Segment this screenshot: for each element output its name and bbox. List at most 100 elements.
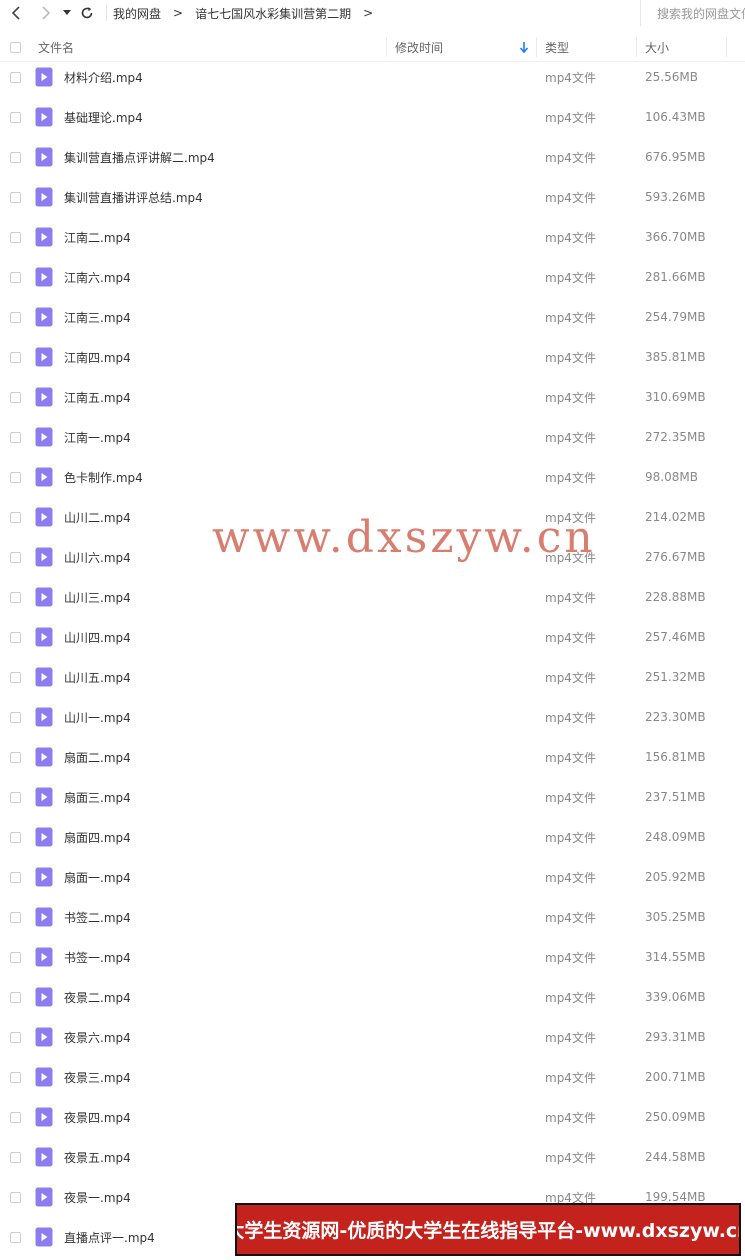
refresh-button[interactable] xyxy=(76,2,98,24)
row-checkbox[interactable] xyxy=(10,111,21,123)
row-checkbox[interactable] xyxy=(10,911,21,923)
file-row[interactable]: 夜景六.mp4 mp4文件 293.31MB xyxy=(0,1017,745,1057)
row-checkbox-cell[interactable] xyxy=(10,577,21,617)
row-checkbox-cell[interactable] xyxy=(10,257,21,297)
row-checkbox-cell[interactable] xyxy=(10,977,21,1017)
file-name[interactable]: 扇面二.mp4 xyxy=(64,737,131,777)
file-name[interactable]: 夜景四.mp4 xyxy=(64,1097,131,1137)
file-name[interactable]: 山川三.mp4 xyxy=(64,577,131,617)
file-name[interactable]: 色卡制作.mp4 xyxy=(64,457,143,497)
file-row[interactable]: 夜景二.mp4 mp4文件 339.06MB xyxy=(0,977,745,1017)
row-checkbox[interactable] xyxy=(10,191,21,203)
file-row[interactable]: 扇面一.mp4 mp4文件 205.92MB xyxy=(0,857,745,897)
row-checkbox[interactable] xyxy=(10,1111,21,1123)
file-name[interactable]: 夜景二.mp4 xyxy=(64,977,131,1017)
file-name[interactable]: 材料介绍.mp4 xyxy=(64,57,143,97)
file-name[interactable]: 书签二.mp4 xyxy=(64,897,131,937)
row-checkbox-cell[interactable] xyxy=(10,337,21,377)
row-checkbox[interactable] xyxy=(10,591,21,603)
file-row[interactable]: 山川五.mp4 mp4文件 251.32MB xyxy=(0,657,745,697)
row-checkbox[interactable] xyxy=(10,631,21,643)
file-name[interactable]: 集训营直播讲评总结.mp4 xyxy=(64,177,203,217)
row-checkbox-cell[interactable] xyxy=(10,1097,21,1137)
file-name[interactable]: 直播点评一.mp4 xyxy=(64,1217,155,1257)
file-row[interactable]: 山川三.mp4 mp4文件 228.88MB xyxy=(0,577,745,617)
file-row[interactable]: 山川一.mp4 mp4文件 223.30MB xyxy=(0,697,745,737)
row-checkbox[interactable] xyxy=(10,231,21,243)
file-name[interactable]: 山川二.mp4 xyxy=(64,497,131,537)
row-checkbox-cell[interactable] xyxy=(10,617,21,657)
row-checkbox[interactable] xyxy=(10,351,21,363)
row-checkbox[interactable] xyxy=(10,871,21,883)
file-row[interactable]: 江南四.mp4 mp4文件 385.81MB xyxy=(0,337,745,377)
row-checkbox[interactable] xyxy=(10,391,21,403)
row-checkbox-cell[interactable] xyxy=(10,457,21,497)
row-checkbox-cell[interactable] xyxy=(10,57,21,97)
breadcrumb-separator[interactable]: > xyxy=(363,6,373,20)
row-checkbox-cell[interactable] xyxy=(10,417,21,457)
row-checkbox-cell[interactable] xyxy=(10,897,21,937)
file-row[interactable]: 山川二.mp4 mp4文件 214.02MB xyxy=(0,497,745,537)
file-row[interactable]: 扇面三.mp4 mp4文件 237.51MB xyxy=(0,777,745,817)
file-name[interactable]: 江南一.mp4 xyxy=(64,417,131,457)
row-checkbox[interactable] xyxy=(10,551,21,563)
file-row[interactable]: 山川六.mp4 mp4文件 276.67MB xyxy=(0,537,745,577)
breadcrumb-item-root[interactable]: 我的网盘 xyxy=(113,5,161,22)
file-name[interactable]: 集训营直播点评讲解二.mp4 xyxy=(64,137,215,177)
row-checkbox[interactable] xyxy=(10,711,21,723)
row-checkbox-cell[interactable] xyxy=(10,137,21,177)
file-row[interactable]: 山川四.mp4 mp4文件 257.46MB xyxy=(0,617,745,657)
row-checkbox[interactable] xyxy=(10,431,21,443)
row-checkbox-cell[interactable] xyxy=(10,857,21,897)
file-name[interactable]: 书签一.mp4 xyxy=(64,937,131,977)
file-name[interactable]: 江南六.mp4 xyxy=(64,257,131,297)
row-checkbox[interactable] xyxy=(10,791,21,803)
back-button[interactable] xyxy=(6,2,28,24)
search-input[interactable]: 搜索我的网盘文件 xyxy=(640,0,745,26)
file-name[interactable]: 山川一.mp4 xyxy=(64,697,131,737)
file-name[interactable]: 扇面一.mp4 xyxy=(64,857,131,897)
row-checkbox[interactable] xyxy=(10,1231,21,1243)
row-checkbox-cell[interactable] xyxy=(10,737,21,777)
row-checkbox[interactable] xyxy=(10,511,21,523)
file-name[interactable]: 江南四.mp4 xyxy=(64,337,131,377)
file-name[interactable]: 扇面三.mp4 xyxy=(64,777,131,817)
row-checkbox-cell[interactable] xyxy=(10,777,21,817)
file-name[interactable]: 山川五.mp4 xyxy=(64,657,131,697)
history-dropdown-button[interactable] xyxy=(60,2,74,24)
row-checkbox[interactable] xyxy=(10,151,21,163)
file-row[interactable]: 集训营直播点评讲解二.mp4 mp4文件 676.95MB xyxy=(0,137,745,177)
file-row[interactable]: 书签二.mp4 mp4文件 305.25MB xyxy=(0,897,745,937)
row-checkbox-cell[interactable] xyxy=(10,497,21,537)
row-checkbox[interactable] xyxy=(10,1031,21,1043)
file-row[interactable]: 书签一.mp4 mp4文件 314.55MB xyxy=(0,937,745,977)
file-name[interactable]: 夜景六.mp4 xyxy=(64,1017,131,1057)
breadcrumb-item-current[interactable]: 谙七七国风水彩集训营第二期 xyxy=(195,5,351,22)
file-name[interactable]: 夜景一.mp4 xyxy=(64,1177,131,1217)
file-row[interactable]: 夜景四.mp4 mp4文件 250.09MB xyxy=(0,1097,745,1137)
file-name[interactable]: 山川四.mp4 xyxy=(64,617,131,657)
row-checkbox[interactable] xyxy=(10,471,21,483)
select-all-checkbox[interactable] xyxy=(10,41,21,53)
file-row[interactable]: 扇面四.mp4 mp4文件 248.09MB xyxy=(0,817,745,857)
file-name[interactable]: 扇面四.mp4 xyxy=(64,817,131,857)
file-row[interactable]: 江南二.mp4 mp4文件 366.70MB xyxy=(0,217,745,257)
row-checkbox[interactable] xyxy=(10,1071,21,1083)
row-checkbox[interactable] xyxy=(10,951,21,963)
row-checkbox-cell[interactable] xyxy=(10,1057,21,1097)
row-checkbox[interactable] xyxy=(10,671,21,683)
header-divider[interactable] xyxy=(636,37,637,57)
file-row[interactable]: 夜景三.mp4 mp4文件 200.71MB xyxy=(0,1057,745,1097)
file-name[interactable]: 基础理论.mp4 xyxy=(64,97,143,137)
row-checkbox-cell[interactable] xyxy=(10,1137,21,1177)
file-name[interactable]: 山川六.mp4 xyxy=(64,537,131,577)
file-row[interactable]: 色卡制作.mp4 mp4文件 98.08MB xyxy=(0,457,745,497)
file-row[interactable]: 夜景五.mp4 mp4文件 244.58MB xyxy=(0,1137,745,1177)
file-row[interactable]: 集训营直播讲评总结.mp4 mp4文件 593.26MB xyxy=(0,177,745,217)
row-checkbox-cell[interactable] xyxy=(10,817,21,857)
file-row[interactable]: 材料介绍.mp4 mp4文件 25.56MB xyxy=(0,57,745,97)
row-checkbox-cell[interactable] xyxy=(10,297,21,337)
row-checkbox-cell[interactable] xyxy=(10,1017,21,1057)
file-name[interactable]: 夜景五.mp4 xyxy=(64,1137,131,1177)
file-name[interactable]: 江南二.mp4 xyxy=(64,217,131,257)
